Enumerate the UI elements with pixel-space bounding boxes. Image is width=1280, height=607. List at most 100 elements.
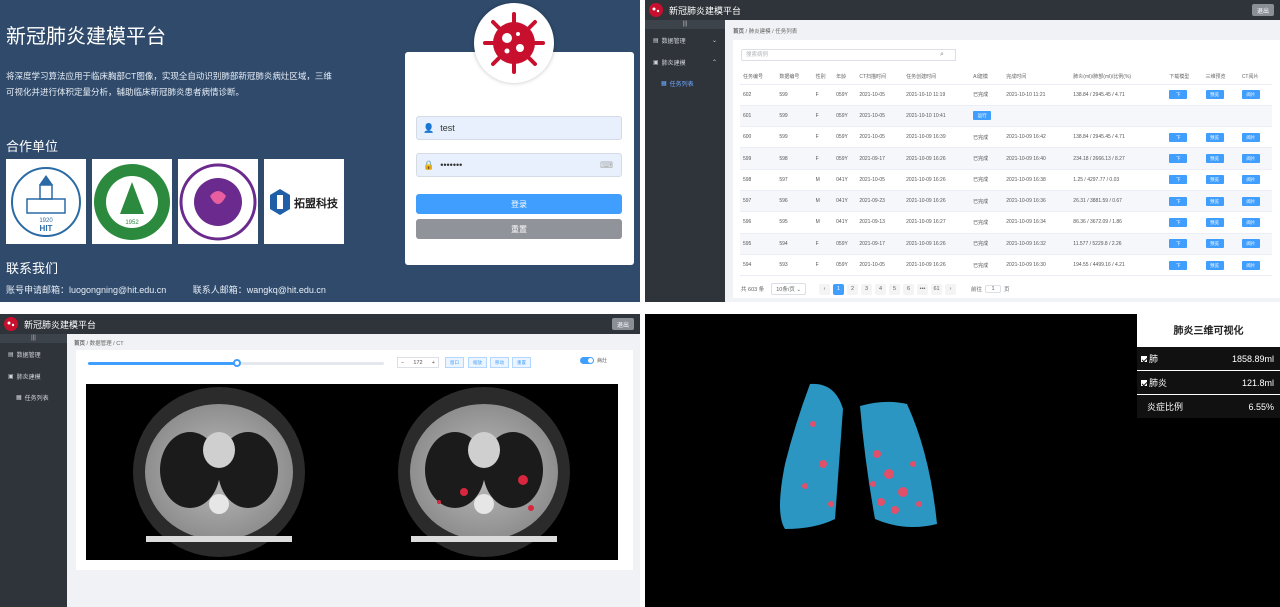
zoom-button[interactable]: 缩放 [468,357,487,368]
table-row: 601 599 F 059Y 2021-10-05 2021-10-10 10:41 运行 [740,105,1272,128]
run-button[interactable]: 运行 [973,111,992,121]
cell-ai: 已完成 [970,169,1004,191]
reset-view-button[interactable]: 重置 [512,357,531,368]
download-button[interactable]: 下 [1169,175,1188,185]
sidebar: ||| ▤ 数据管理 ⌄ ▣ 肺炎建模 ⌃ ▦ 任务列表 [645,20,725,302]
cell-read: 阅片 [1238,126,1272,149]
prev-page-button[interactable]: ‹ [819,283,831,295]
preview-button[interactable]: 预览 [1205,154,1224,164]
search-icon[interactable]: ⌕ [929,49,956,61]
page-button[interactable]: 6 [903,283,915,295]
sidebar-item-tasks[interactable]: ▦ 任务列表 [0,387,67,407]
read-button[interactable]: 阅片 [1241,132,1260,142]
breadcrumb: 首页 / 数据管理 / CT [74,341,124,347]
preview-button[interactable]: 预览 [1205,239,1224,249]
download-button[interactable]: 下 [1169,239,1188,249]
page-button[interactable]: 3 [861,283,873,295]
platform-title: 新冠肺炎建模平台 [6,26,166,48]
sidebar-item-modeling[interactable]: ▣ 肺炎建模 ⌃ [645,51,725,73]
cell-id: 596 [740,211,777,234]
page-button[interactable]: 2 [847,283,859,295]
preview-button[interactable]: 预览 [1205,90,1224,100]
sidebar-item-data[interactable]: ▤ 数据管理 ⌄ [645,29,725,51]
hmu-hospital-logo [178,159,258,244]
exit-button[interactable]: 退出 [1252,4,1274,16]
cell-sex: F [812,84,834,106]
read-button[interactable]: 阅片 [1241,239,1260,249]
user-icon: 👤 [423,122,435,133]
slice-slider-handle[interactable] [233,359,241,367]
minus-icon[interactable]: − [401,360,404,366]
preview-button[interactable]: 预览 [1205,196,1224,206]
preview-button[interactable]: 预览 [1205,260,1224,270]
download-button[interactable]: 下 [1169,132,1188,142]
lesion-checkbox[interactable] [1141,380,1147,386]
read-button[interactable]: 阅片 [1241,196,1260,206]
cell-ai: 已完成 [970,126,1004,149]
table-row: 595 594 F 059Y 2021-09-17 2021-10-09 16:26 已完成… [740,233,1272,255]
download-button[interactable]: 下 [1169,196,1188,206]
read-button[interactable]: 阅片 [1241,217,1260,227]
page-button[interactable]: 61 [931,283,943,295]
breadcrumb-item[interactable]: 肺炎建模 [749,29,771,35]
cell-preview: 预览 [1202,190,1239,213]
plus-icon[interactable]: + [432,360,435,366]
breadcrumb-item[interactable]: 数据管理 [90,341,112,347]
cell-download: 下 [1166,169,1203,191]
password-field[interactable]: 🔒 ••••••• ⌨ [416,153,622,177]
preview-button[interactable]: 预览 [1205,217,1224,227]
cell-created: 2021-10-09 16:26 [903,169,971,191]
lesion-toggle[interactable] [580,357,594,364]
breadcrumb-home[interactable]: 首页 [733,29,744,35]
hit-logo: 1920 HIT [6,159,86,244]
page-button[interactable]: 4 [875,283,887,295]
ct-viewer[interactable] [86,384,618,560]
download-button[interactable]: 下 [1169,154,1188,164]
nefu-year: 1952 [125,220,139,226]
sidebar-toggle[interactable]: ||| [645,20,725,29]
read-button[interactable]: 阅片 [1241,90,1260,100]
next-page-button[interactable]: › [945,283,957,295]
goto-input[interactable]: 1 [985,285,1002,293]
lung-checkbox[interactable] [1141,356,1147,362]
exit-button[interactable]: 退出 [612,318,634,330]
cell-ct: 2021-10-05 [856,169,904,191]
task-main: 搜索病例 ⌕ 任务编号 数据编号 性别 年龄 CT扫描时间 任务创建时间 AI建模 完成时间肺… [733,40,1280,298]
search-input[interactable]: 搜索病例 [741,49,956,61]
sidebar-item-label: 肺炎建模 [16,374,41,381]
window-button[interactable]: 窗口 [445,357,464,368]
cell-ct: 2021-10-05 [856,254,904,277]
username-field[interactable]: 👤 test [416,116,622,140]
read-button[interactable]: 阅片 [1241,260,1260,270]
lung-volume: 1858.89ml [1231,353,1274,364]
download-button[interactable]: 下 [1169,260,1188,270]
sidebar-item-data[interactable]: ▤ 数据管理 [0,343,67,365]
page-button[interactable]: 1 [833,283,845,295]
lung-3d-render[interactable] [645,314,1137,607]
download-button[interactable]: 下 [1169,217,1188,227]
cell-vol [1070,105,1167,128]
slice-stepper[interactable]: − 172 + [397,357,439,368]
lesion-volume-row: 肺炎 121.8ml [1137,370,1280,394]
cell-id: 601 [740,105,777,128]
app-header: 新冠肺炎建模平台 退出 [0,314,640,334]
table-row: 599 598 F 059Y 2021-09-17 2021-10-09 16:26 已完成… [740,147,1272,170]
sidebar-toggle[interactable]: ||| [0,334,67,343]
column-header: 任务编号 [740,70,777,85]
page-button[interactable]: ••• [917,283,929,295]
page-size-select[interactable]: 10条/页 ⌄ [771,283,807,295]
read-button[interactable]: 阅片 [1241,154,1260,164]
page-button[interactable]: 5 [889,283,901,295]
slice-value[interactable]: 172 [413,360,422,366]
total-count: 共 603 条 [741,287,765,293]
login-button[interactable]: 登录 [416,194,622,214]
preview-button[interactable]: 预览 [1205,175,1224,185]
sidebar-item-modeling[interactable]: ▣ 肺炎建模 [0,365,67,387]
pan-button[interactable]: 移动 [490,357,509,368]
preview-button[interactable]: 预览 [1205,132,1224,142]
download-button[interactable]: 下 [1169,90,1188,100]
sidebar-item-tasks[interactable]: ▦ 任务列表 [645,73,725,93]
breadcrumb-home[interactable]: 首页 [74,341,85,347]
read-button[interactable]: 阅片 [1241,175,1260,185]
reset-button[interactable]: 重置 [416,219,622,239]
